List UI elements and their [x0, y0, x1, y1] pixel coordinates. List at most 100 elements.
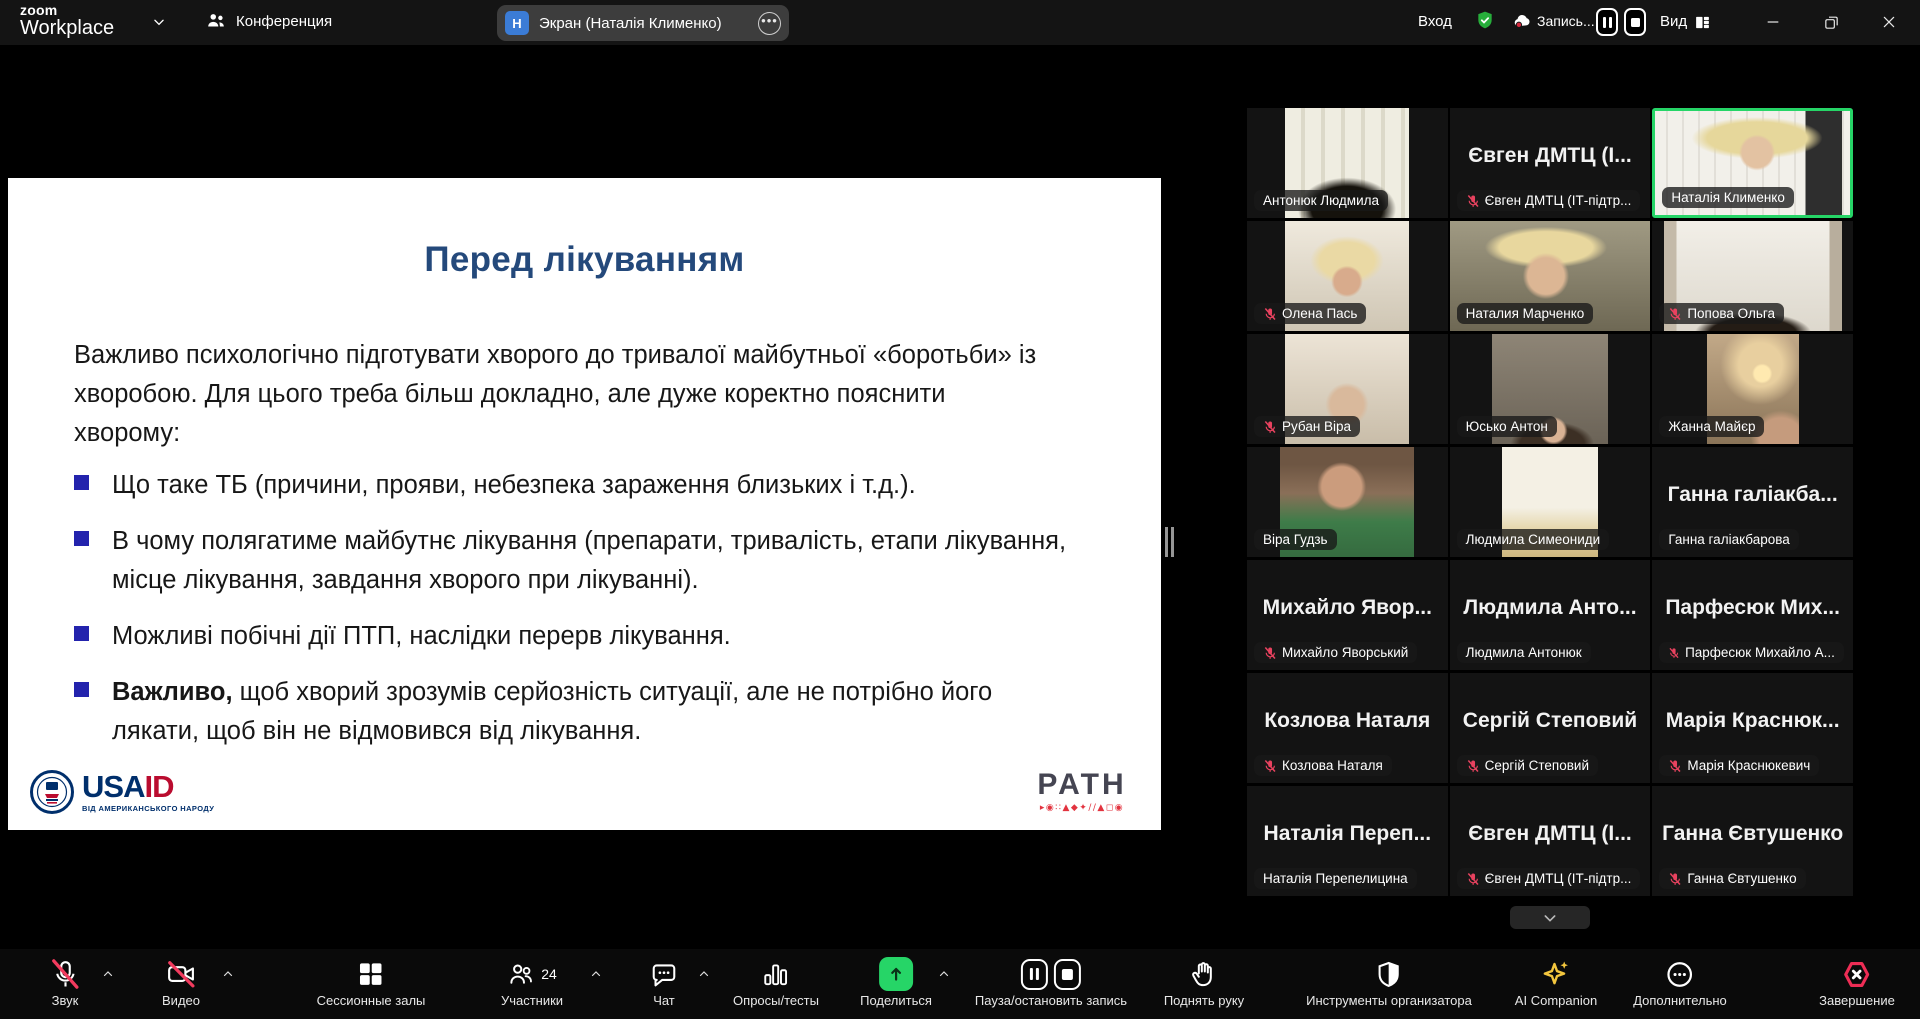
- participants-options-chevron[interactable]: [590, 967, 602, 985]
- security-shield-button[interactable]: [1475, 10, 1495, 30]
- panel-resize-handle[interactable]: [1165, 527, 1174, 557]
- participant-tile[interactable]: Сергій СтеповийСергій Степовий: [1450, 673, 1651, 783]
- end-button[interactable]: Завершение: [1819, 956, 1895, 1008]
- mic-off-icon: [50, 959, 80, 989]
- participant-tile[interactable]: Людмила Симеониди: [1450, 447, 1651, 557]
- chat-options-chevron[interactable]: [698, 967, 710, 985]
- restore-button[interactable]: [1821, 12, 1841, 32]
- video-options-chevron[interactable]: [222, 967, 234, 985]
- share-screen-icon: [879, 957, 913, 991]
- participant-tile[interactable]: Наталия Марченко: [1450, 221, 1651, 331]
- tab-options-button[interactable]: •••: [758, 12, 781, 35]
- share-options-chevron[interactable]: [938, 967, 950, 985]
- participant-name-label: Євген ДМТЦ (ІТ-підтр...: [1457, 868, 1641, 889]
- record-controls-label: Пауза/остановить запись: [975, 993, 1127, 1008]
- mic-off-icon: [1668, 759, 1682, 773]
- raise-hand-icon: [1189, 959, 1219, 989]
- ai-companion-button[interactable]: AI Companion: [1515, 956, 1597, 1008]
- chat-button[interactable]: Чат: [650, 956, 679, 1008]
- participants-button[interactable]: 24Участники: [501, 956, 563, 1008]
- participant-gallery: Антонюк ЛюдмилаЄвген ДМТЦ (І... Євген ДМТ…: [1247, 108, 1853, 896]
- participant-tile[interactable]: Людмила Анто...Людмила Антонюк: [1450, 560, 1651, 670]
- bullet-square-icon: [74, 682, 89, 697]
- participant-tile[interactable]: Попова Ольга: [1652, 221, 1853, 331]
- participant-name-large: Парфесюк Мих...: [1656, 596, 1849, 620]
- participant-name-label: Євген ДМТЦ (ІТ-підтр...: [1457, 190, 1641, 211]
- participant-tile[interactable]: Євген ДМТЦ (І... Євген ДМТЦ (ІТ-підтр...: [1450, 108, 1651, 218]
- participant-name-label: Сергій Степовий: [1457, 755, 1598, 776]
- participant-name-label: Попова Ольга: [1659, 303, 1784, 324]
- participant-name-label: Жанна Майєр: [1659, 416, 1764, 437]
- host-tools-label: Инструменты организатора: [1306, 993, 1472, 1008]
- participant-tile[interactable]: Антонюк Людмила: [1247, 108, 1448, 218]
- participant-tile[interactable]: Михайло Явор...Михайло Яворський: [1247, 560, 1448, 670]
- pause-recording-button[interactable]: [1596, 8, 1618, 36]
- participant-tile[interactable]: Євген ДМТЦ (І...Євген ДМТЦ (ІТ-підтр...: [1450, 786, 1651, 896]
- participant-tile[interactable]: Наталія Переп...Наталія Перепелицина: [1247, 786, 1448, 896]
- slide-intro-paragraph: Важливо психологічно підготувати хворого…: [74, 336, 1036, 453]
- path-wordmark: PATH: [1026, 770, 1138, 800]
- breakout-rooms-label: Сессионные залы: [317, 993, 426, 1008]
- raise-hand-button[interactable]: Поднять руку: [1164, 956, 1244, 1008]
- video-button[interactable]: Видео: [162, 956, 200, 1008]
- participant-tile[interactable]: Ганна ЄвтушенкоГанна Євтушенко: [1652, 786, 1853, 896]
- view-button[interactable]: Вид: [1660, 13, 1687, 30]
- more-icon: [1664, 959, 1695, 990]
- host-tools-button[interactable]: Инструменты организатора: [1306, 956, 1472, 1008]
- gallery-scroll-down-button[interactable]: [1510, 906, 1590, 929]
- participant-tile[interactable]: Парфесюк Мих... Парфесюк Михайло А...: [1652, 560, 1853, 670]
- participant-name-large: Євген ДМТЦ (І...: [1454, 144, 1647, 168]
- people-icon: [205, 10, 227, 32]
- audio-button[interactable]: Звук: [50, 956, 80, 1008]
- minimize-icon: [1765, 14, 1781, 30]
- host-tools-icon: [1374, 960, 1403, 989]
- avatar: Н: [505, 11, 529, 35]
- participant-tile[interactable]: Жанна Майєр: [1652, 334, 1853, 444]
- participant-name-label: Віра Гудзь: [1254, 529, 1337, 550]
- participant-name-label: Парфесюк Михайло А...: [1659, 642, 1844, 663]
- mic-off-icon: [1668, 307, 1682, 321]
- minimize-button[interactable]: [1763, 12, 1783, 32]
- sign-in-button[interactable]: Вход: [1418, 13, 1452, 30]
- slide-bullet-list: Що таке ТБ (причини, прояви, небезпека з…: [74, 466, 1066, 768]
- chevron-up-icon: [102, 968, 114, 980]
- breakout-rooms-button[interactable]: Сессионные залы: [317, 956, 426, 1008]
- participants-count: 24: [541, 966, 557, 982]
- tab-shared-screen[interactable]: Н Экран (Наталія Клименко) •••: [497, 5, 789, 41]
- participant-tile[interactable]: Козлова НаталяКозлова Наталя: [1247, 673, 1448, 783]
- usaid-logo: USAID ВІД АМЕРИКАНСЬКОГО НАРОДУ: [30, 770, 214, 814]
- chat-icon: [650, 960, 679, 989]
- record-controls-button[interactable]: Пауза/остановить запись: [975, 956, 1127, 1008]
- chevron-down-icon: [152, 15, 166, 29]
- pause-icon: [1603, 17, 1606, 28]
- pause-recording-icon: [1021, 959, 1048, 990]
- participant-tile[interactable]: Марія Краснюк...Марія Краснюкевич: [1652, 673, 1853, 783]
- tab-conference[interactable]: Конференция: [205, 10, 332, 32]
- participant-tile[interactable]: Наталія Клименко: [1652, 108, 1853, 218]
- participant-tile[interactable]: Рубан Віра: [1247, 334, 1448, 444]
- participant-name-label: Олена Пась: [1254, 303, 1366, 324]
- participant-name-large: Наталія Переп...: [1251, 822, 1444, 846]
- mic-off-icon: [1263, 646, 1277, 660]
- mic-off-icon: [1466, 872, 1480, 886]
- participant-tile[interactable]: Олена Пась: [1247, 221, 1448, 331]
- polls-button[interactable]: Опросы/тесты: [733, 956, 819, 1008]
- participant-tile[interactable]: Юсько Антон: [1450, 334, 1651, 444]
- close-icon: [1881, 14, 1897, 30]
- participant-tile[interactable]: Ганна галіакба...Ганна галіакбарова: [1652, 447, 1853, 557]
- participant-name-large: Марія Краснюк...: [1656, 709, 1849, 733]
- bullet-square-icon: [74, 475, 89, 490]
- view-grid-icon[interactable]: [1692, 12, 1712, 32]
- audio-options-chevron[interactable]: [102, 967, 114, 985]
- participant-name-label: Рубан Віра: [1254, 416, 1360, 437]
- ai-companion-icon: [1540, 958, 1572, 990]
- brand-workplace: Workplace: [20, 18, 114, 38]
- participant-name-label: Юсько Антон: [1457, 416, 1557, 437]
- ai-companion-label: AI Companion: [1515, 993, 1597, 1008]
- share-button[interactable]: Поделиться: [860, 956, 932, 1008]
- brand-menu-button[interactable]: [152, 15, 166, 34]
- more-button[interactable]: Дополнительно: [1633, 956, 1727, 1008]
- close-button[interactable]: [1879, 12, 1899, 32]
- stop-recording-button[interactable]: [1624, 8, 1646, 36]
- participant-tile[interactable]: Віра Гудзь: [1247, 447, 1448, 557]
